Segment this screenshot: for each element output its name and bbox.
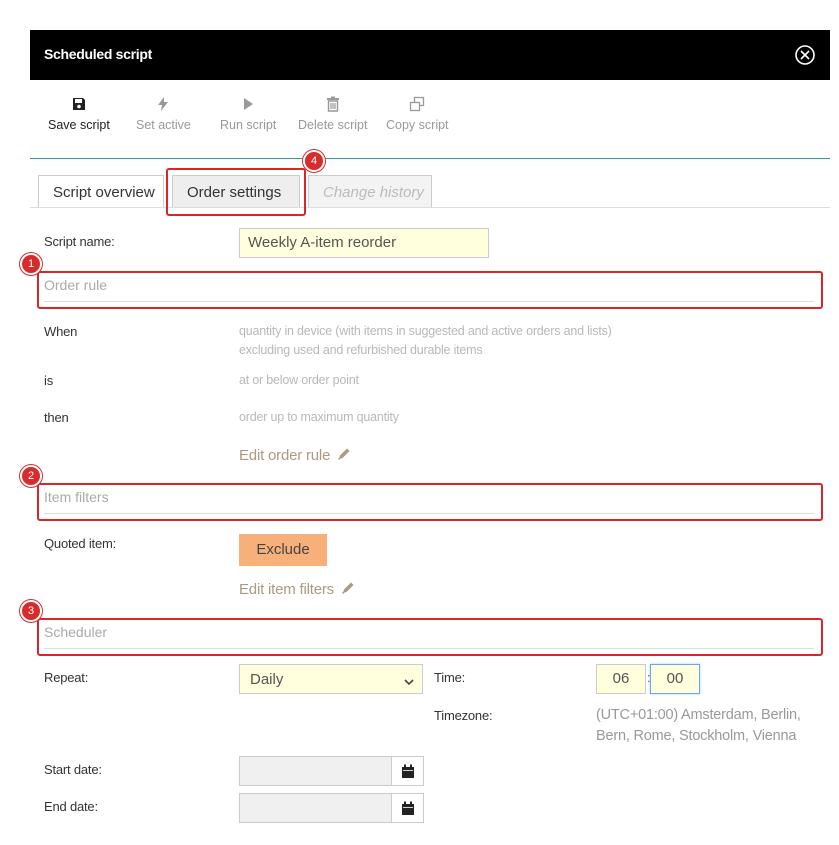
then-value: order up to maximum quantity <box>239 410 399 424</box>
when-value-line1: quantity in device (with items in sugges… <box>239 324 612 338</box>
hour-input[interactable]: 06 <box>596 664 646 694</box>
close-icon[interactable] <box>794 44 816 66</box>
annotation-badge-1: 1 <box>20 253 42 275</box>
annotation-badge-4: 4 <box>303 150 325 172</box>
copy-icon <box>386 96 449 118</box>
is-value: at or below order point <box>239 373 359 387</box>
pencil-icon <box>340 580 356 600</box>
end-date-label: End date: <box>44 799 98 814</box>
start-date-label: Start date: <box>44 762 102 777</box>
dialog-title: Scheduled script <box>44 46 153 62</box>
is-label: is <box>44 373 53 388</box>
edit-order-rule-link[interactable]: Edit order rule <box>239 446 352 466</box>
save-script-button[interactable]: Save script <box>48 96 110 132</box>
quoted-item-label: Quoted item: <box>44 536 117 551</box>
repeat-label: Repeat: <box>44 670 89 685</box>
timezone-line2: Bern, Rome, Stockholm, Vienna <box>596 728 797 744</box>
exclude-button[interactable]: Exclude <box>239 534 327 566</box>
toolbar: Save script Set active Run script Delete… <box>30 90 830 150</box>
annotation-badge-2: 2 <box>20 465 42 487</box>
timezone-line1: (UTC+01:00) Amsterdam, Berlin, <box>596 707 801 723</box>
tab-change-history[interactable]: Change history <box>308 175 432 208</box>
highlight-box-2 <box>37 483 823 521</box>
timezone-label: Timezone: <box>434 708 493 723</box>
edit-item-filters-link[interactable]: Edit item filters <box>239 580 356 600</box>
start-date-picker-button[interactable] <box>391 756 424 786</box>
pencil-icon <box>336 446 352 466</box>
play-icon <box>220 96 276 118</box>
script-name-label: Script name: <box>44 234 115 249</box>
tab-script-overview[interactable]: Script overview <box>38 175 164 208</box>
title-bar: Scheduled script <box>30 30 830 80</box>
calendar-icon <box>402 764 414 778</box>
copy-script-button[interactable]: Copy script <box>386 96 449 132</box>
end-date-picker-button[interactable] <box>391 793 424 823</box>
then-label: then <box>44 410 69 425</box>
when-value-line2: excluding used and refurbished durable i… <box>239 343 483 357</box>
minute-input[interactable]: 00 <box>650 664 700 694</box>
annotation-badge-3: 3 <box>20 600 42 622</box>
tabs-divider <box>30 207 830 208</box>
chevron-down-icon <box>403 674 415 691</box>
delete-script-button[interactable]: Delete script <box>298 96 367 132</box>
time-label: Time: <box>434 670 466 685</box>
lightning-icon <box>136 96 191 118</box>
scheduled-script-dialog: Scheduled script Save script Set active … <box>30 30 830 845</box>
highlight-box-4 <box>166 168 306 216</box>
script-name-input[interactable]: Weekly A-item reorder <box>239 228 489 258</box>
when-label: When <box>44 324 78 339</box>
trash-icon <box>298 96 367 118</box>
highlight-box-3 <box>37 618 823 656</box>
repeat-select[interactable]: Daily <box>239 664 423 694</box>
save-icon <box>48 96 110 118</box>
set-active-button[interactable]: Set active <box>136 96 191 132</box>
toolbar-divider <box>30 158 830 159</box>
highlight-box-1 <box>37 271 823 309</box>
run-script-button[interactable]: Run script <box>220 96 276 132</box>
calendar-icon <box>402 801 414 815</box>
